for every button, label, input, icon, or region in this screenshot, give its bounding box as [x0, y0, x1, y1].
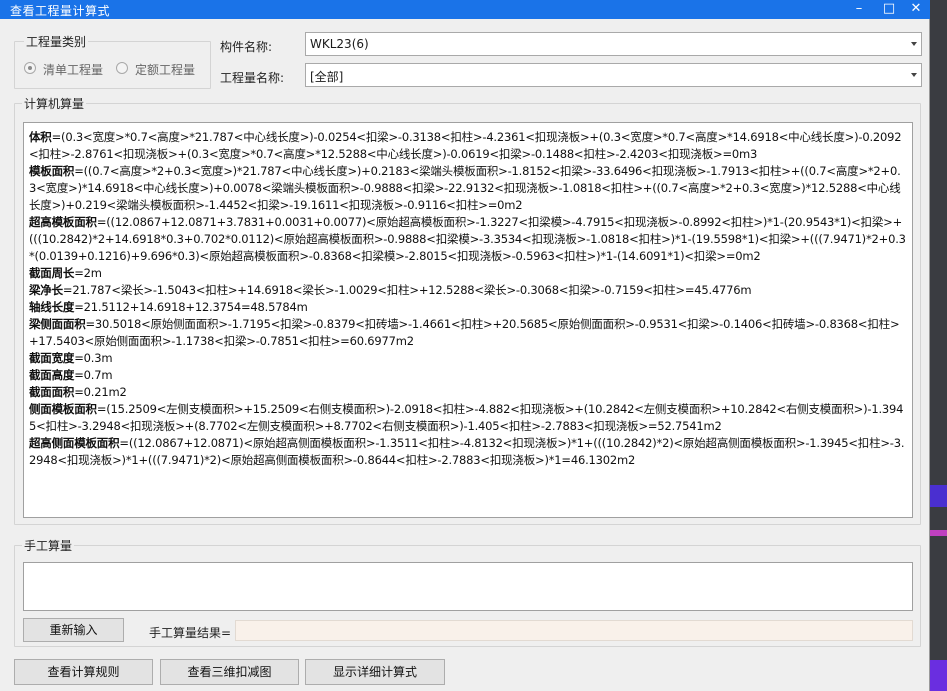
- calc-line-beam-net-length: 梁净长=21.787<梁长>-1.5043<扣柱>+14.6918<梁长>-1.…: [29, 282, 907, 299]
- calc-line-section-perimeter: 截面周长=2m: [29, 265, 907, 282]
- reinput-button[interactable]: 重新输入: [23, 618, 124, 642]
- background-accent: [930, 530, 947, 536]
- calc-line-name: 体积: [29, 130, 52, 144]
- manual-result-field[interactable]: [235, 620, 913, 641]
- quantity-name-label: 工程量名称:: [220, 71, 285, 85]
- background-accent: [930, 660, 947, 691]
- calc-line-expr: =((12.0867+12.0871)<原始超高侧面模板面积>-1.3511<扣…: [29, 436, 905, 467]
- title-bar[interactable]: 查看工程量计算式 – □ ✕: [0, 0, 930, 19]
- calc-line-name: 截面周长: [29, 266, 75, 280]
- computer-calc-label: 计算机算量: [22, 95, 87, 112]
- background-accent: [930, 485, 947, 507]
- quantity-formula-dialog: 查看工程量计算式 – □ ✕ 工程量类别 清单工程量 定额工程量 构件名称: W…: [0, 0, 930, 691]
- minimize-icon[interactable]: –: [848, 0, 870, 19]
- calc-line-name: 轴线长度: [29, 300, 75, 314]
- category-group-label: 工程量类别: [24, 33, 89, 50]
- calc-line-expr: =21.787<梁长>-1.5043<扣柱>+14.6918<梁长>-1.002…: [62, 283, 752, 297]
- close-icon[interactable]: ✕: [905, 0, 927, 19]
- radio-quota-quantity[interactable]: [116, 62, 128, 74]
- quantity-name-select[interactable]: [全部]: [305, 63, 922, 87]
- calc-line-expr: =0.21m2: [74, 385, 127, 399]
- calc-line-name: 超高侧面模板面积: [29, 436, 120, 450]
- show-detail-formula-button[interactable]: 显示详细计算式: [305, 659, 445, 685]
- calc-line-name: 超高模板面积: [29, 215, 97, 229]
- calc-line-overheight-side-formwork: 超高侧面模板面积=((12.0867+12.0871)<原始超高侧面模板面积>-…: [29, 435, 907, 469]
- computer-calc-textarea[interactable]: 体积=(0.3<宽度>*0.7<高度>*21.787<中心线长度>)-0.025…: [23, 122, 913, 518]
- calc-line-name: 截面宽度: [29, 351, 75, 365]
- calc-line-name: 梁净长: [29, 283, 63, 297]
- radio-quota-quantity-label[interactable]: 定额工程量: [135, 61, 195, 78]
- component-name-select[interactable]: WKL23(6): [305, 32, 922, 56]
- manual-calc-label: 手工算量: [22, 537, 75, 554]
- view-calc-rules-button[interactable]: 查看计算规则: [14, 659, 153, 685]
- component-name-value: WKL23(6): [310, 37, 369, 51]
- calc-line-side-formwork: 侧面模板面积=(15.2509<左侧支模面积>+15.2509<右侧支模面积>)…: [29, 401, 907, 435]
- calc-line-name: 侧面模板面积: [29, 402, 97, 416]
- chevron-down-icon: [911, 73, 917, 77]
- quantity-name-value: [全部]: [310, 70, 344, 84]
- calc-line-overheight-formwork: 超高模板面积=((12.0867+12.0871+3.7831+0.0031+0…: [29, 214, 907, 265]
- calc-line-side-area: 梁侧面面积=30.5018<原始侧面面积>-1.7195<扣梁>-0.8379<…: [29, 316, 907, 350]
- calc-line-expr: =30.5018<原始侧面面积>-1.7195<扣梁>-0.8379<扣砖墙>-…: [29, 317, 900, 348]
- calc-line-section-area: 截面面积=0.21m2: [29, 384, 907, 401]
- calc-line-axis-length: 轴线长度=21.5112+14.6918+12.3754=48.5784m: [29, 299, 907, 316]
- calc-line-expr: =((0.7<高度>*2+0.3<宽度>)*21.787<中心线长度>)+0.2…: [29, 164, 901, 212]
- calc-line-expr: =0.7m: [74, 368, 113, 382]
- calc-line-expr: =(0.3<宽度>*0.7<高度>*21.787<中心线长度>)-0.0254<…: [29, 130, 902, 161]
- calc-line-expr: =((12.0867+12.0871+3.7831+0.0031+0.0077)…: [29, 215, 906, 263]
- window-title: 查看工程量计算式: [10, 4, 111, 18]
- maximize-icon[interactable]: □: [878, 0, 900, 19]
- calc-line-volume: 体积=(0.3<宽度>*0.7<高度>*21.787<中心线长度>)-0.025…: [29, 129, 907, 163]
- calc-line-name: 截面高度: [29, 368, 75, 382]
- manual-result-label: 手工算量结果=: [149, 626, 232, 640]
- calc-line-expr: =0.3m: [74, 351, 113, 365]
- component-name-label: 构件名称:: [220, 40, 273, 54]
- calc-line-expr: =(15.2509<左侧支模面积>+15.2509<右侧支模面积>)-2.091…: [29, 402, 904, 433]
- calc-line-section-height: 截面高度=0.7m: [29, 367, 907, 384]
- calc-line-expr: =2m: [74, 266, 102, 280]
- background-app-strip: [930, 0, 947, 691]
- calc-line-name: 截面面积: [29, 385, 75, 399]
- manual-calc-textarea[interactable]: [23, 562, 913, 611]
- calc-line-name: 梁侧面面积: [29, 317, 86, 331]
- calc-line-section-width: 截面宽度=0.3m: [29, 350, 907, 367]
- view-3d-deduction-button[interactable]: 查看三维扣减图: [160, 659, 299, 685]
- chevron-down-icon: [911, 42, 917, 46]
- radio-list-quantity-label[interactable]: 清单工程量: [43, 61, 103, 78]
- calc-line-name: 模板面积: [29, 164, 75, 178]
- radio-list-quantity[interactable]: [24, 62, 36, 74]
- calc-line-formwork-area: 模板面积=((0.7<高度>*2+0.3<宽度>)*21.787<中心线长度>)…: [29, 163, 907, 214]
- calc-line-expr: =21.5112+14.6918+12.3754=48.5784m: [74, 300, 308, 314]
